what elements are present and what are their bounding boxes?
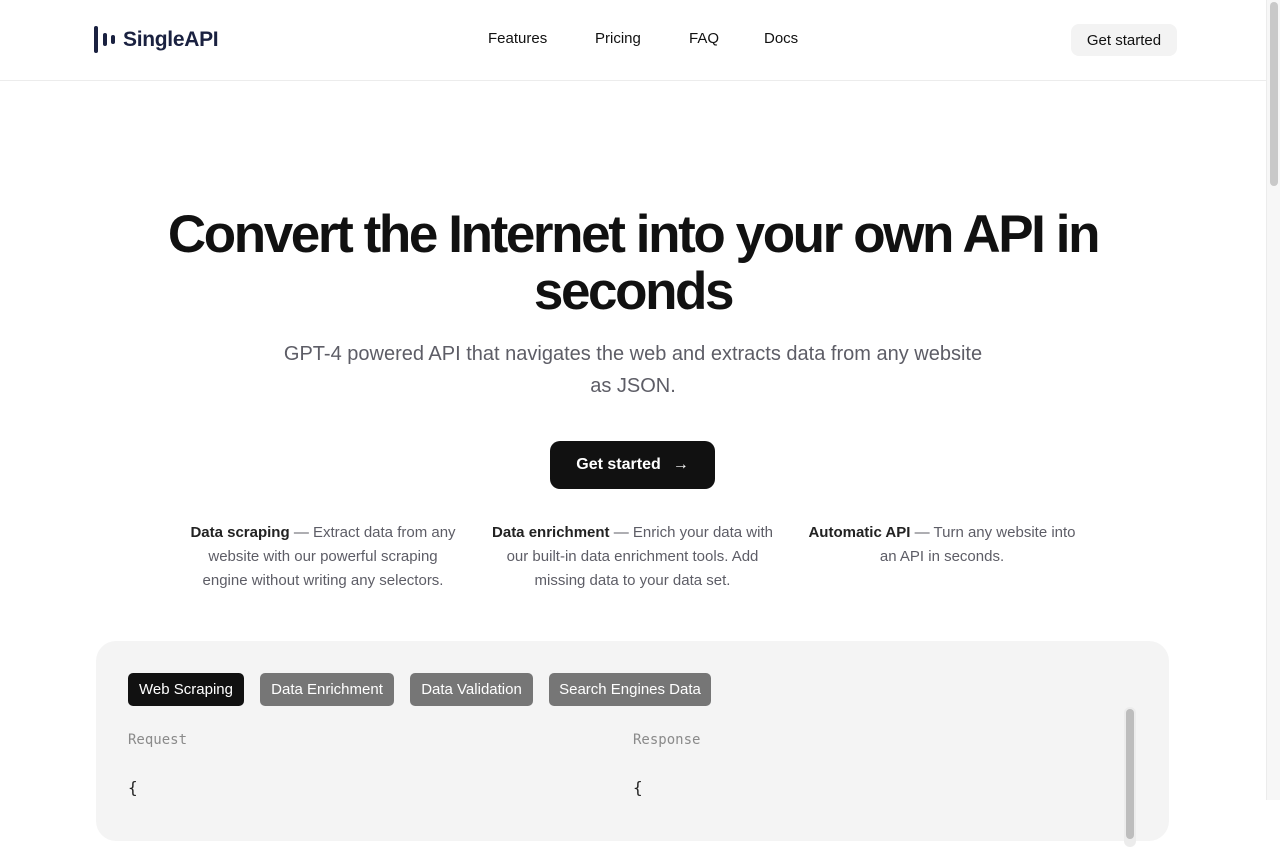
feature-title: Automatic API [808, 524, 911, 541]
arrow-right-icon: → [672, 456, 689, 473]
nav-link-pricing[interactable]: Pricing [595, 30, 641, 47]
feature-title: Data scraping [190, 524, 290, 541]
response-label: Response [633, 732, 701, 748]
feature-data-scraping: Data scraping — Extract data from any we… [188, 521, 458, 593]
nav-link-faq[interactable]: FAQ [689, 30, 719, 47]
page-scrollbar[interactable] [1266, 0, 1280, 800]
feature-title: Data enrichment [492, 524, 610, 541]
feature-separator: — [293, 524, 309, 541]
feature-automatic-api: Automatic API — Turn any website into an… [806, 521, 1078, 569]
code-scrollbar[interactable] [1124, 707, 1136, 847]
demo-panel: Web Scraping Data Enrichment Data Valida… [96, 641, 1169, 847]
feature-separator: — [914, 524, 930, 541]
nav-link-docs[interactable]: Docs [764, 30, 798, 47]
feature-text: Turn any website into an API in seconds. [879, 524, 1076, 565]
request-label: Request [128, 732, 188, 748]
hero-subtitle: GPT-4 powered API that navigates the web… [283, 343, 983, 397]
site-header: SingleAPI Features Pricing FAQ Docs Get … [0, 0, 1266, 81]
tab-data-enrichment[interactable]: Data Enrichment [260, 673, 394, 706]
tab-search-engines-data[interactable]: Search Engines Data [549, 673, 711, 706]
hero-title: Convert the Internet into your own API i… [167, 205, 1101, 321]
nav-link-features[interactable]: Features [488, 30, 547, 47]
page-scrollbar-thumb[interactable] [1270, 2, 1278, 186]
header-get-started-button[interactable]: Get started [1071, 24, 1177, 56]
hero-get-started-button[interactable]: Get started → [550, 441, 715, 489]
tab-data-validation[interactable]: Data Validation [410, 673, 533, 706]
request-code: { [128, 778, 138, 797]
code-scrollbar-thumb[interactable] [1126, 709, 1134, 839]
feature-separator: — [613, 524, 629, 541]
response-code: { [633, 778, 643, 797]
tab-web-scraping[interactable]: Web Scraping [128, 673, 244, 706]
feature-data-enrichment: Data enrichment — Enrich your data with … [490, 521, 775, 593]
hero-cta-label: Get started [576, 456, 661, 473]
